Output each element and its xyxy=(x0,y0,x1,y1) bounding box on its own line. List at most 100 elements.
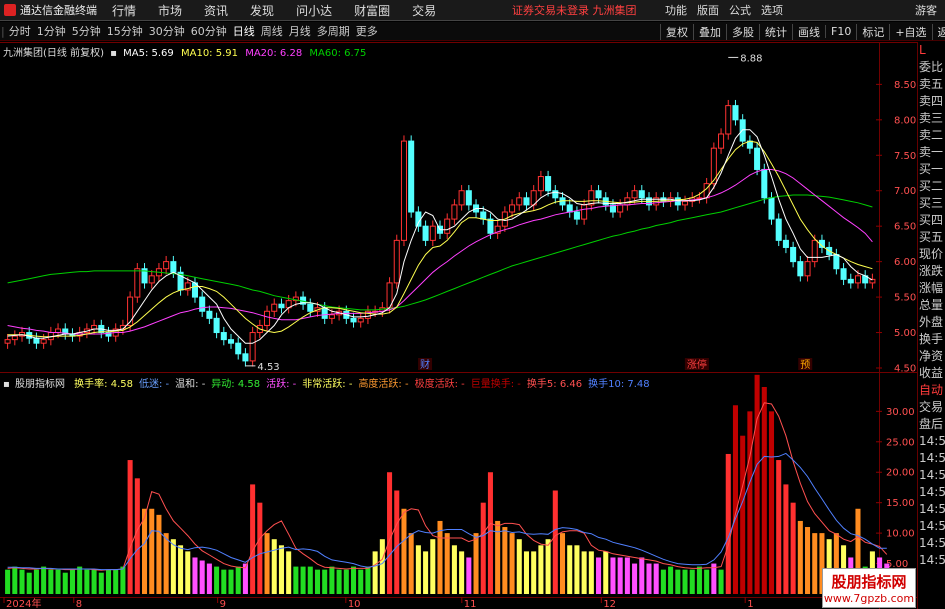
turnover-bar-56 xyxy=(408,533,414,594)
period-30min[interactable]: 30分钟 xyxy=(146,23,188,39)
turnover-bar-47 xyxy=(343,569,349,594)
draw-line-button[interactable]: 画线 xyxy=(792,23,825,40)
turnover-bar-22 xyxy=(163,533,169,594)
menu-discover[interactable]: 发现 xyxy=(250,2,274,19)
sidebar-item-8[interactable]: 买二 xyxy=(918,178,945,195)
sidebar-item-11[interactable]: 买五 xyxy=(918,229,945,246)
guest-user[interactable]: 游客 xyxy=(915,2,937,18)
turnover-bar-93 xyxy=(675,569,681,594)
sidebar-item-16[interactable]: 外盘 xyxy=(918,314,945,331)
sidebar-item-13[interactable]: 涨跌 xyxy=(918,263,945,280)
sidebar-item-7[interactable]: 买一 xyxy=(918,161,945,178)
statistics-button[interactable]: 统计 xyxy=(759,23,792,40)
f10-button[interactable]: F10 xyxy=(825,25,856,38)
sidebar-item-23[interactable]: 14:56 xyxy=(918,433,945,450)
candle-body-100 xyxy=(725,105,732,135)
indicator-item-2: 温和: - xyxy=(175,379,206,390)
period-multi[interactable]: 多周期 xyxy=(314,23,353,39)
period-weekly[interactable]: 周线 xyxy=(258,23,286,39)
sidebar-item-12[interactable]: 现价 xyxy=(918,246,945,263)
sidebar-item-26[interactable]: 14:56 xyxy=(918,484,945,501)
sidebar-item-22[interactable]: 盘后 xyxy=(918,416,945,433)
menu-formula[interactable]: 公式 xyxy=(729,2,751,18)
sidebar-item-25[interactable]: 14:56 xyxy=(918,467,945,484)
sidebar-item-30[interactable]: 14:56 xyxy=(918,552,945,569)
sidebar-item-14[interactable]: 涨幅 xyxy=(918,280,945,297)
period-1min[interactable]: 1分钟 xyxy=(34,23,69,39)
sidebar-item-19[interactable]: 收益 xyxy=(918,365,945,382)
multi-stock-button[interactable]: 多股 xyxy=(726,23,759,40)
menu-options[interactable]: 选项 xyxy=(761,2,783,18)
sidebar-item-18[interactable]: 净资 xyxy=(918,348,945,365)
turnover-bar-10 xyxy=(77,566,83,594)
sidebar-item-24[interactable]: 14:56 xyxy=(918,450,945,467)
menu-ask-xiaoda[interactable]: 问小达 xyxy=(296,2,332,19)
menu-news[interactable]: 资讯 xyxy=(204,2,228,19)
add-watchlist-button[interactable]: +自选 xyxy=(889,23,931,40)
sidebar-item-17[interactable]: 换手 xyxy=(918,331,945,348)
sidebar-item-21[interactable]: 交易 xyxy=(918,399,945,416)
mark-button[interactable]: 标记 xyxy=(856,23,889,40)
turnover-bar-88 xyxy=(639,557,645,594)
period-monthly[interactable]: 月线 xyxy=(286,23,314,39)
turnover-bar-78 xyxy=(567,545,573,594)
turnover-bar-23 xyxy=(170,539,176,594)
turnover-bar-80 xyxy=(581,551,587,594)
sidebar-item-3[interactable]: 卖四 xyxy=(918,93,945,110)
period-intraday[interactable]: 分时 xyxy=(6,23,34,39)
turnover-bar-7 xyxy=(55,569,61,594)
period-15min[interactable]: 15分钟 xyxy=(104,23,146,39)
indicator-item-7: 极度活跃: - xyxy=(414,379,465,390)
back-button[interactable]: 返回 xyxy=(931,23,945,40)
period-5min[interactable]: 5分钟 xyxy=(69,23,104,39)
sidebar-item-2[interactable]: 卖五 xyxy=(918,76,945,93)
turnover-bar-74 xyxy=(538,545,544,594)
right-sidebar: L 委比 卖五 卖四 卖三 卖二 卖一 买一 买二 买三 买四 买五 现价 涨跌 涨幅 总量 外盘 换手 净资 收益自… xyxy=(917,42,945,609)
sidebar-item-27[interactable]: 14:56 xyxy=(918,501,945,518)
sidebar-item-20[interactable]: 自动 xyxy=(918,382,945,399)
sidebar-item-5[interactable]: 卖二 xyxy=(918,127,945,144)
menu-layout[interactable]: 版面 xyxy=(697,2,719,18)
sidebar-item-1[interactable]: 委比 xyxy=(918,59,945,76)
candle-body-27 xyxy=(199,296,206,312)
menu-wealth-circle[interactable]: 财富圈 xyxy=(354,2,390,19)
period-daily[interactable]: 日线 xyxy=(230,23,258,39)
sidebar-item-4[interactable]: 卖三 xyxy=(918,110,945,127)
turnover-bar-112 xyxy=(812,533,818,594)
period-more[interactable]: 更多 xyxy=(353,23,381,39)
menu-functions[interactable]: 功能 xyxy=(665,2,687,18)
candle-body-33 xyxy=(242,353,249,362)
turnover-bar-89 xyxy=(646,563,652,594)
menu-quotes[interactable]: 行情 xyxy=(112,2,136,19)
sidebar-item-9[interactable]: 买三 xyxy=(918,195,945,212)
sidebar-item-15[interactable]: 总量 xyxy=(918,297,945,314)
adjust-button[interactable]: 复权 xyxy=(660,23,693,40)
turnover-bar-37 xyxy=(271,539,277,594)
vol-ytick-label-2: 15.00 xyxy=(886,498,915,509)
turnover-bar-35 xyxy=(257,502,263,594)
candle-body-44 xyxy=(321,307,328,319)
turnover-bar-11 xyxy=(84,569,90,594)
indicator-legend: ▪ 股朋指标网 换手率: 4.58 低迷: - 温和: - 异动: 4.58 活跃: -… xyxy=(3,375,656,390)
watermark-title: 股朋指标网 xyxy=(831,573,907,591)
sidebar-item-28[interactable]: 14:56 xyxy=(918,518,945,535)
sidebar-item-10[interactable]: 买四 xyxy=(918,212,945,229)
indicator-item-8: 巨量换手: - xyxy=(470,379,521,390)
turnover-bar-41 xyxy=(300,566,306,594)
menu-trade[interactable]: 交易 xyxy=(412,2,436,19)
low-marker-label: 4.53 xyxy=(257,362,279,373)
turnover-bar-16 xyxy=(120,566,126,594)
period-60min[interactable]: 60分钟 xyxy=(188,23,230,39)
price-ytick-label-4: 6.50 xyxy=(894,222,916,233)
sidebar-item-29[interactable]: 14:56 xyxy=(918,535,945,552)
turnover-bar-62 xyxy=(451,545,457,594)
menu-market[interactable]: 市场 xyxy=(158,2,182,19)
login-notice[interactable]: 证券交易未登录 九洲集团 xyxy=(512,2,637,18)
kline-chart[interactable]: 4.505.005.506.006.507.007.508.008.505.00… xyxy=(0,42,917,609)
candle-body-30 xyxy=(220,332,227,341)
overlay-button[interactable]: 叠加 xyxy=(693,23,726,40)
candle-body-79 xyxy=(573,211,580,220)
candle-body-29 xyxy=(213,317,220,334)
sidebar-item-0[interactable]: L xyxy=(918,42,945,59)
sidebar-item-6[interactable]: 卖一 xyxy=(918,144,945,161)
